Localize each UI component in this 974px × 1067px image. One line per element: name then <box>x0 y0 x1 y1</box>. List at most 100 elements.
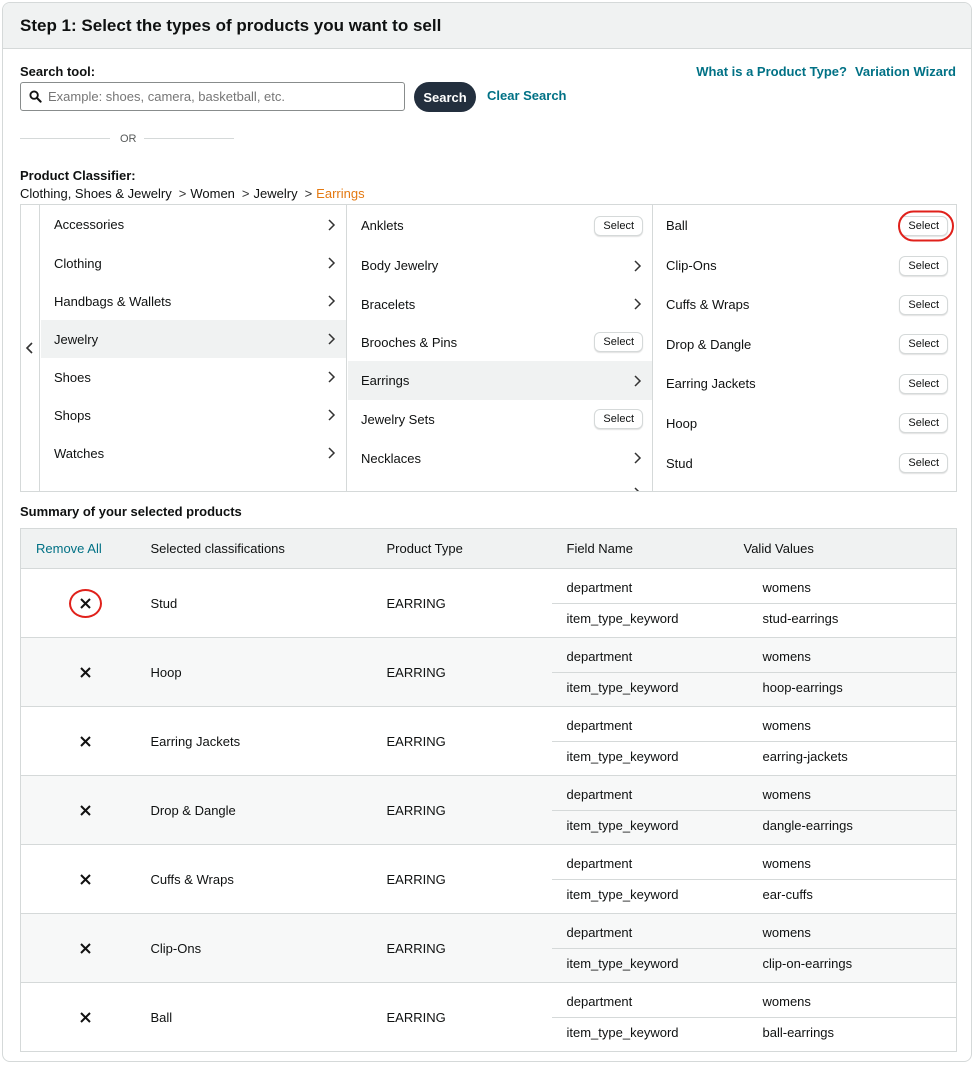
category-item-hoop[interactable]: Hoop Select <box>653 403 956 443</box>
product-type-cell: EARRING <box>386 706 552 776</box>
breadcrumb-separator-icon: > <box>241 186 250 201</box>
category-item-anklets[interactable]: Anklets Select <box>348 205 652 246</box>
chevron-right-icon <box>328 447 336 459</box>
classifier-column-jewelry: Anklets Select Body Jewelry Bracelets Br… <box>348 205 653 491</box>
select-button-drop-dangle[interactable]: Select <box>899 334 948 354</box>
category-item-stud[interactable]: Stud Select <box>653 443 956 483</box>
product-type-cell: EARRING <box>386 775 552 845</box>
category-item-body-jewelry[interactable]: Body Jewelry <box>348 246 652 285</box>
category-label: Drop & Dangle <box>666 336 752 352</box>
help-links: What is a Product Type? Variation Wizard <box>696 64 956 79</box>
summary-header-row: Remove All Selected classifications Prod… <box>20 528 957 569</box>
category-item-ball[interactable]: Ball Select <box>653 205 956 246</box>
valid-value-cell: womens <box>747 642 956 673</box>
field-name-cell: department <box>551 987 748 1018</box>
field-name-cell: department <box>551 573 748 604</box>
category-label: Necklaces <box>361 450 421 466</box>
or-divider-left <box>20 138 110 139</box>
close-icon <box>80 873 91 885</box>
select-button-earring-jackets[interactable]: Select <box>899 373 948 394</box>
chevron-right-icon <box>634 452 642 464</box>
select-button-brooches-pins[interactable]: Select <box>594 332 643 352</box>
classifier-column-categories: Accessories Clothing Handbags & Wallets … <box>41 205 347 491</box>
classification-cell: Drop & Dangle <box>150 775 387 845</box>
category-item-watches[interactable]: Watches <box>41 434 346 472</box>
chevron-right-icon <box>328 409 336 421</box>
remove-item-button[interactable] <box>69 796 102 825</box>
summary-title: Summary of your selected products <box>20 504 242 519</box>
category-label: Jewelry Sets <box>361 411 435 427</box>
or-label: OR <box>120 133 137 145</box>
table-row: Hoop EARRING department womens item_type_k… <box>20 637 957 707</box>
select-button-clip-ons[interactable]: Select <box>899 255 948 276</box>
valid-value-cell: womens <box>747 711 956 742</box>
chevron-right-icon <box>634 487 640 491</box>
panel-header: Step 1: Select the types of products you… <box>3 3 971 49</box>
category-item-necklaces[interactable]: Necklaces <box>348 438 652 478</box>
page-title: Step 1: Select the types of products you… <box>20 15 442 35</box>
category-item-shops[interactable]: Shops <box>41 396 346 434</box>
category-item-drop-dangle[interactable]: Drop & Dangle Select <box>653 324 956 364</box>
remove-item-button[interactable] <box>69 934 102 963</box>
chevron-right-icon <box>634 298 642 310</box>
search-tool-label: Search tool: <box>20 64 96 79</box>
remove-item-button[interactable] <box>69 588 103 618</box>
category-item-earrings[interactable]: Earrings <box>348 361 652 400</box>
category-label: Hoop <box>666 415 698 431</box>
category-item-shoes[interactable]: Shoes <box>41 358 346 396</box>
category-label: Bracelets <box>361 296 416 312</box>
category-item-handbags-wallets[interactable]: Handbags & Wallets <box>41 282 346 320</box>
category-label: Accessories <box>54 217 125 232</box>
category-label: Earring Jackets <box>666 376 756 391</box>
category-item-accessories[interactable]: Accessories <box>41 205 346 244</box>
remove-item-button[interactable] <box>69 1003 102 1032</box>
field-name-cell: department <box>551 780 748 811</box>
category-item-brooches-pins[interactable]: Brooches & Pins Select <box>348 323 652 361</box>
valid-value-cell: hoop-earrings <box>762 679 843 695</box>
category-label: Anklets <box>361 218 404 233</box>
chevron-left-icon <box>25 342 33 354</box>
category-item-bracelets[interactable]: Bracelets <box>348 285 652 323</box>
classification-cell: Hoop <box>150 637 387 707</box>
breadcrumb-item-clothing[interactable]: Clothing, Shoes & Jewelry <box>20 186 172 201</box>
select-button-hoop[interactable]: Select <box>899 413 948 433</box>
product-classifier-label: Product Classifier: <box>20 168 136 183</box>
category-label: Body Jewelry <box>361 258 439 273</box>
select-button-stud[interactable]: Select <box>899 453 948 473</box>
breadcrumb-separator-icon: > <box>304 186 313 201</box>
category-item-earring-jackets[interactable]: Earring Jackets Select <box>653 364 956 403</box>
select-button-jewelry-sets[interactable]: Select <box>594 409 643 429</box>
search-input[interactable] <box>48 89 388 104</box>
category-item-cuffs-wraps[interactable]: Cuffs & Wraps Select <box>653 285 956 324</box>
category-label: Clothing <box>54 255 102 271</box>
select-button-cuffs-wraps[interactable]: Select <box>899 294 948 315</box>
remove-item-button[interactable] <box>69 658 102 687</box>
chevron-right-icon <box>328 371 336 383</box>
valid-value-cell: womens <box>747 780 956 811</box>
remove-item-button[interactable] <box>69 727 102 756</box>
valid-value-cell: earring-jackets <box>762 748 848 764</box>
category-item-jewelry[interactable]: Jewelry <box>41 320 346 358</box>
remove-all-link[interactable]: Remove All <box>36 541 102 556</box>
search-button[interactable]: Search <box>414 82 476 112</box>
category-item-clip-ons[interactable]: Clip-Ons Select <box>653 246 956 285</box>
select-button-anklets[interactable]: Select <box>594 215 643 236</box>
chevron-right-icon <box>328 257 336 269</box>
variation-wizard-link[interactable]: Variation Wizard <box>855 64 956 79</box>
clear-search-link[interactable]: Clear Search <box>487 88 567 103</box>
or-divider-right <box>144 138 234 139</box>
remove-item-button[interactable] <box>69 865 102 894</box>
valid-value-cell: womens <box>747 849 956 880</box>
category-item-clothing[interactable]: Clothing <box>41 244 346 282</box>
classification-cell: Stud <box>150 568 387 638</box>
chevron-right-icon <box>328 295 336 307</box>
classification-cell: Clip-Ons <box>150 913 387 983</box>
product-type-help-link[interactable]: What is a Product Type? <box>696 64 847 79</box>
breadcrumb-item-jewelry[interactable]: Jewelry <box>254 186 298 201</box>
breadcrumb-separator-icon: > <box>178 186 187 201</box>
product-type-cell: EARRING <box>386 568 552 638</box>
scroll-left-button[interactable] <box>21 205 40 491</box>
category-item-jewelry-sets[interactable]: Jewelry Sets Select <box>348 400 652 438</box>
product-type-cell: EARRING <box>386 844 552 914</box>
breadcrumb-item-women[interactable]: Women <box>190 186 235 201</box>
